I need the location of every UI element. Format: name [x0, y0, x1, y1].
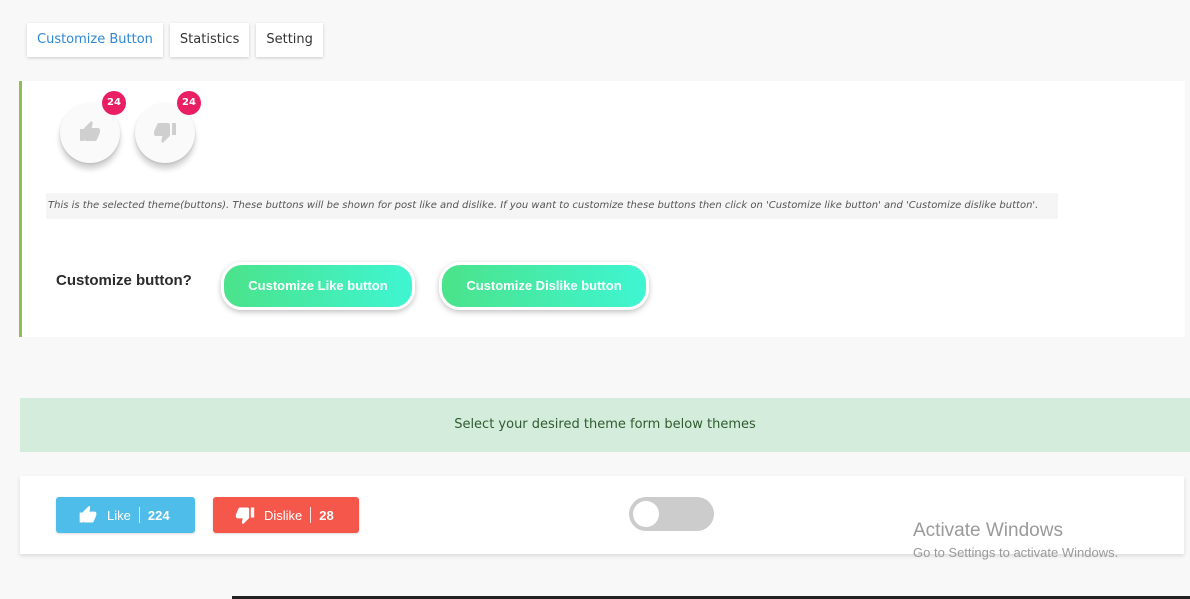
thumbs-up-icon — [79, 505, 97, 523]
theme-dislike-button[interactable]: Dislike 28 — [213, 497, 359, 533]
toggle-knob — [633, 501, 659, 527]
thumbs-up-icon — [80, 121, 100, 141]
tab-statistics[interactable]: Statistics — [169, 23, 250, 57]
customize-like-button[interactable]: Customize Like button — [221, 262, 415, 310]
theme-like-button[interactable]: Like 224 — [56, 497, 195, 533]
like-label: Like — [107, 507, 131, 523]
separator — [310, 507, 312, 523]
dislike-label: Dislike — [264, 507, 303, 523]
watermark-subtitle: Go to Settings to activate Windows. — [913, 545, 1119, 560]
theme-description: This is the selected theme(buttons). The… — [46, 193, 1058, 219]
like-count: 224 — [147, 507, 170, 523]
tab-setting[interactable]: Setting — [256, 23, 323, 57]
preview-dislike-button[interactable]: 24 — [135, 91, 201, 163]
dislike-count-badge: 24 — [177, 91, 201, 115]
selected-theme-panel: 24 24 This is the selected theme(buttons… — [19, 81, 1185, 337]
theme-select-toggle[interactable] — [629, 497, 714, 531]
tab-customize-button[interactable]: Customize Button — [27, 23, 163, 57]
customize-dislike-button[interactable]: Customize Dislike button — [439, 262, 649, 310]
thumbs-down-icon — [154, 123, 176, 143]
dislike-count: 28 — [319, 507, 334, 523]
preview-like-button[interactable]: 24 — [60, 91, 126, 163]
thumbs-down-icon — [235, 507, 255, 525]
like-count-badge: 24 — [102, 91, 126, 115]
customize-question-label: Customize button? — [56, 272, 192, 289]
tab-bar: Customize Button Statistics Setting — [27, 23, 323, 57]
theme-selection-banner: Select your desired theme form below the… — [20, 398, 1190, 452]
separator — [138, 507, 140, 523]
activate-windows-watermark: Activate Windows Go to Settings to activ… — [913, 520, 1118, 564]
watermark-title: Activate Windows — [913, 520, 1063, 541]
